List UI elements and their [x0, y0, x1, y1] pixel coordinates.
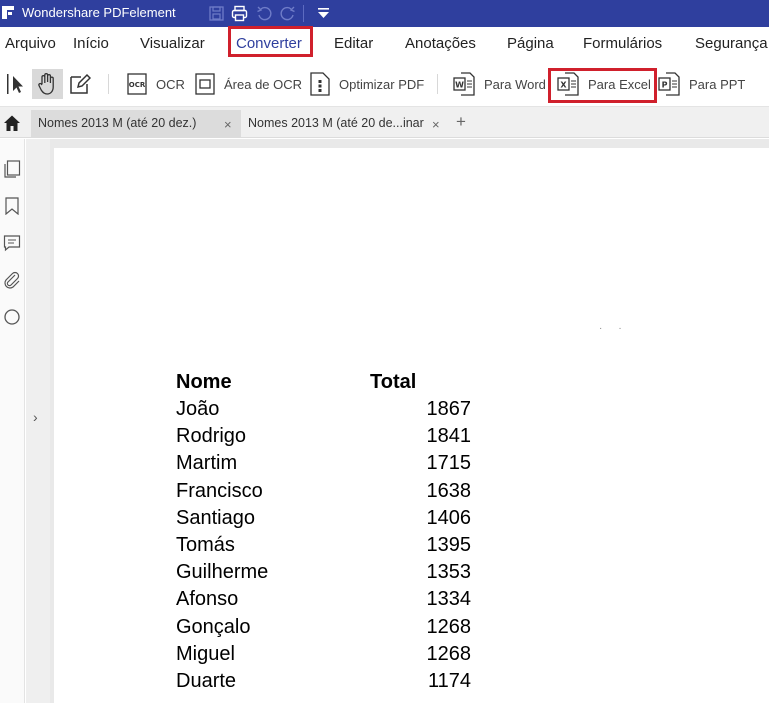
pages-icon[interactable] [3, 160, 21, 178]
to-ppt-label: Para PPT [689, 76, 746, 92]
menu-anotacoes[interactable]: Anotações [405, 35, 476, 52]
menu-editar[interactable]: Editar [334, 35, 373, 52]
svg-text:OCR: OCR [129, 81, 146, 89]
pdfelement-logo-icon [2, 6, 14, 19]
row-total: 1841 [426, 425, 472, 448]
area-ocr-icon [195, 73, 215, 95]
table-row: Gonçalo 1268 [0, 616, 769, 643]
undo-icon[interactable] [256, 5, 273, 22]
table-row: Francisco 1638 [0, 480, 769, 507]
ocr-icon: OCR [127, 73, 147, 95]
row-total: 1715 [426, 452, 472, 475]
row-total: 1268 [426, 642, 472, 665]
table-row: Afonso 1334 [0, 588, 769, 615]
customize-dropdown-icon[interactable] [315, 5, 332, 22]
quick-access-separator [303, 5, 304, 22]
table-row: Tomás 1395 [0, 534, 769, 561]
redo-icon[interactable] [279, 5, 296, 22]
row-name: Tomás [176, 534, 235, 556]
home-icon[interactable] [2, 113, 22, 133]
menu-formularios[interactable]: Formulários [583, 35, 662, 52]
svg-text:W: W [455, 81, 464, 90]
ppt-icon: P [658, 72, 680, 96]
area-ocr-button[interactable]: Área de OCR [195, 71, 302, 97]
table-row: Guilherme 1353 [0, 561, 769, 588]
optimize-pdf-label: Optimizar PDF [339, 76, 425, 92]
menu-arquivo[interactable]: Arquivo [5, 35, 56, 52]
table-row: Miguel 1268 [0, 643, 769, 670]
row-total: 1867 [426, 398, 472, 420]
svg-text:P: P [662, 81, 668, 90]
row-total: 1406 [426, 506, 472, 529]
to-excel-highlight-box [548, 68, 657, 103]
tab-document-2[interactable]: Nomes 2013 M (até 20 de...inar × [241, 110, 451, 138]
row-name: Gonçalo [176, 615, 251, 638]
ocr-button[interactable]: OCR OCR [127, 71, 185, 97]
row-name: Rodrigo [176, 425, 247, 448]
row-total: 1395 [426, 534, 472, 556]
row-name: Guilherme [176, 561, 269, 584]
comment-icon[interactable] [3, 234, 21, 252]
row-total: 1334 [426, 588, 472, 611]
word-icon: W [453, 72, 475, 96]
optimize-pdf-button[interactable]: Optimizar PDF [310, 71, 424, 97]
area-ocr-label: Área de OCR [224, 76, 303, 92]
attachment-icon[interactable] [3, 271, 21, 289]
column-header-name: Nome [176, 371, 232, 393]
row-name: Miguel [176, 642, 235, 665]
row-name: Duarte [176, 670, 237, 692]
ocr-label: OCR [156, 76, 185, 92]
table-row: João 1867 [0, 398, 769, 425]
title-bar: Wondershare PDFelement [0, 0, 769, 27]
print-icon[interactable] [231, 5, 248, 22]
tab-document-1[interactable]: Nomes 2013 M (até 20 dez.) × [31, 110, 241, 138]
converter-highlight-box [228, 26, 313, 57]
row-name: Santiago [176, 506, 255, 529]
row-total: 1174 [427, 670, 471, 692]
menu-visualizar[interactable]: Visualizar [140, 35, 205, 52]
column-header-total: Total [370, 371, 417, 393]
row-total: 1268 [426, 615, 472, 638]
table-row: Santiago 1406 [0, 507, 769, 534]
row-total: 1638 [426, 479, 472, 502]
tab-label: Nomes 2013 M (até 20 de...inar [248, 116, 424, 130]
app-title: Wondershare PDFelement [22, 5, 176, 20]
table-row: Rodrigo 1841 [0, 425, 769, 452]
row-name: Francisco [176, 479, 263, 502]
optimize-pdf-icon [310, 72, 330, 96]
menu-bar: Arquivo Início Visualizar Converter Edit… [0, 27, 769, 61]
row-name: Martim [176, 452, 238, 475]
page-artifact-dots: ·· [599, 323, 638, 334]
close-tab-icon[interactable]: × [224, 117, 232, 132]
row-name: João [176, 398, 220, 420]
close-tab-icon[interactable]: × [432, 117, 440, 132]
menu-inicio[interactable]: Início [73, 35, 109, 52]
edit-icon[interactable] [69, 71, 91, 97]
add-tab-icon[interactable]: + [456, 112, 466, 132]
document-tab-bar: Nomes 2013 M (até 20 dez.) × Nomes 2013 … [0, 107, 769, 138]
table-row: Duarte 1174 [0, 670, 769, 697]
toolbar-separator [108, 74, 109, 94]
hand-tool-icon[interactable] [36, 71, 58, 97]
tab-label: Nomes 2013 M (até 20 dez.) [38, 116, 197, 130]
to-word-label: Para Word [484, 76, 546, 92]
to-ppt-button[interactable]: P Para PPT [658, 71, 745, 97]
cursor-select-icon[interactable] [5, 71, 29, 97]
table-row: Martim 1715 [0, 452, 769, 479]
toolbar-separator [437, 74, 438, 94]
save-icon[interactable] [208, 5, 225, 22]
to-word-button[interactable]: W Para Word [453, 71, 546, 97]
row-name: Afonso [176, 588, 239, 611]
search-icon[interactable] [3, 308, 21, 326]
menu-pagina[interactable]: Página [507, 35, 554, 52]
row-total: 1353 [426, 561, 472, 584]
menu-seguranca[interactable]: Segurança [695, 35, 768, 52]
bookmark-icon[interactable] [3, 197, 21, 215]
